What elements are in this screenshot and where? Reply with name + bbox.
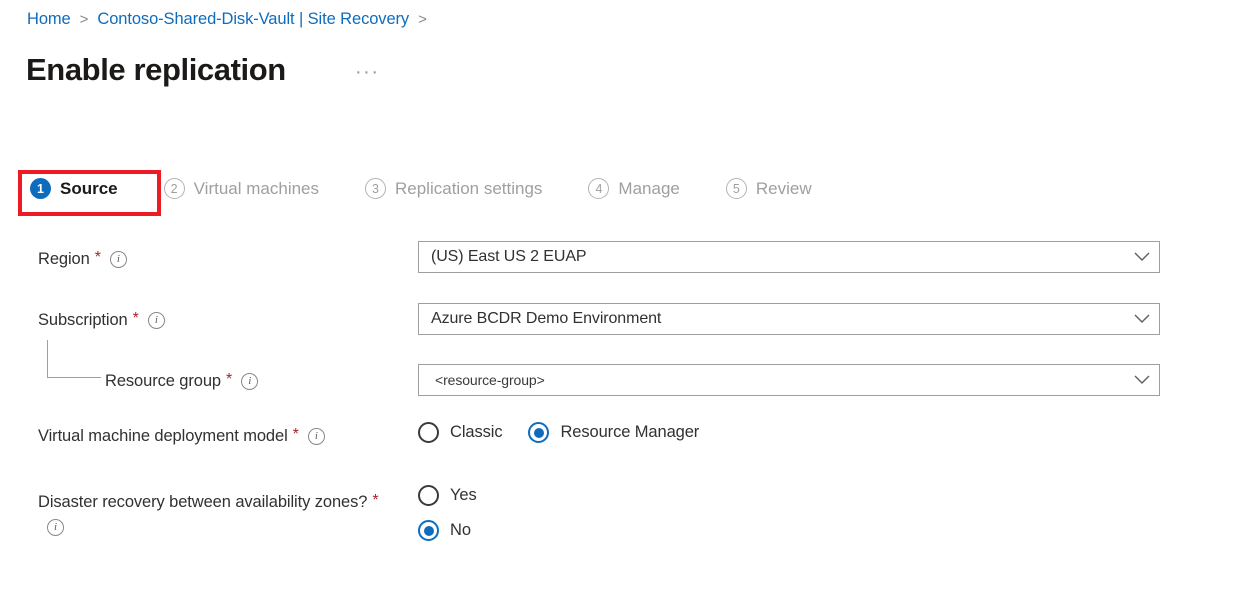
step-number-badge: 2 [163, 178, 185, 199]
tab-source[interactable]: 1 Source [30, 178, 118, 199]
tab-label: Virtual machines [193, 178, 319, 198]
resource-group-dropdown[interactable]: <resource-group> [418, 364, 1160, 396]
tab-virtual-machines[interactable]: 2 Virtual machines [163, 178, 319, 199]
deployment-model-label: Virtual machine deployment model * i [38, 424, 408, 449]
radio-circle-unselected-icon [418, 485, 439, 506]
radio-label: Yes [450, 486, 477, 504]
breadcrumb-item-vault[interactable]: Contoso-Shared-Disk-Vault | Site Recover… [97, 10, 409, 29]
availability-zones-label: Disaster recovery between availability z… [38, 490, 388, 536]
more-options-icon[interactable]: ··· [355, 62, 379, 82]
radio-label: Resource Manager [560, 423, 700, 441]
deployment-model-radio-group: Classic Resource Manager [418, 422, 699, 443]
radio-yes[interactable]: Yes [418, 485, 477, 506]
subscription-tree-connector-icon [47, 340, 101, 378]
tab-review[interactable]: 5 Review [725, 178, 812, 199]
chevron-down-icon [1125, 252, 1159, 262]
tab-label: Source [60, 178, 118, 198]
info-icon[interactable]: i [47, 519, 64, 536]
region-value: (US) East US 2 EUAP [431, 248, 587, 265]
step-number-badge: 1 [30, 178, 51, 199]
subscription-value: Azure BCDR Demo Environment [431, 310, 662, 327]
radio-circle-selected-icon [528, 422, 550, 443]
required-indicator: * [94, 249, 101, 266]
resource-group-value: <resource-group> [435, 372, 545, 388]
radio-circle-selected-icon [418, 520, 439, 541]
required-indicator: * [226, 371, 233, 388]
wizard-step-tabs: 1 Source 2 Virtual machines 3 Replicatio… [30, 178, 812, 199]
required-indicator: * [292, 426, 299, 443]
step-number-badge: 3 [365, 178, 386, 199]
breadcrumb-separator-icon: > [418, 11, 427, 28]
radio-no[interactable]: No [418, 520, 503, 541]
info-icon[interactable]: i [147, 312, 165, 329]
radio-classic[interactable]: Classic [418, 422, 503, 443]
subscription-dropdown[interactable]: Azure BCDR Demo Environment [418, 303, 1160, 335]
info-icon[interactable]: i [109, 251, 127, 268]
radio-label: Classic [450, 423, 503, 441]
breadcrumb-item-home[interactable]: Home [27, 10, 71, 29]
radio-circle-unselected-icon [418, 422, 439, 443]
tab-label: Replication settings [395, 178, 543, 198]
region-dropdown[interactable]: (US) East US 2 EUAP [418, 241, 1160, 273]
chevron-down-icon [1125, 375, 1159, 385]
tab-label: Manage [618, 178, 680, 198]
step-number-badge: 4 [588, 178, 610, 199]
breadcrumb-separator-icon: > [79, 11, 89, 28]
chevron-down-icon [1125, 314, 1159, 324]
required-indicator: * [132, 310, 139, 327]
resource-group-label: Resource group * i [105, 369, 259, 394]
tab-replication-settings[interactable]: 3 Replication settings [365, 178, 542, 199]
required-indicator: * [372, 492, 379, 509]
subscription-label: Subscription * i [38, 308, 165, 333]
step-number-badge: 5 [725, 178, 747, 199]
info-icon[interactable]: i [307, 428, 325, 445]
radio-label: No [450, 521, 471, 539]
info-icon[interactable]: i [241, 373, 259, 390]
page-title: Enable replication [26, 52, 286, 87]
region-label: Region * i [38, 247, 127, 272]
availability-zones-radio-group: Yes No [418, 485, 503, 541]
tab-label: Review [755, 178, 812, 198]
breadcrumb: Home > Contoso-Shared-Disk-Vault | Site … [27, 10, 436, 29]
radio-resource-manager[interactable]: Resource Manager [528, 422, 699, 443]
tab-manage[interactable]: 4 Manage [588, 178, 680, 199]
